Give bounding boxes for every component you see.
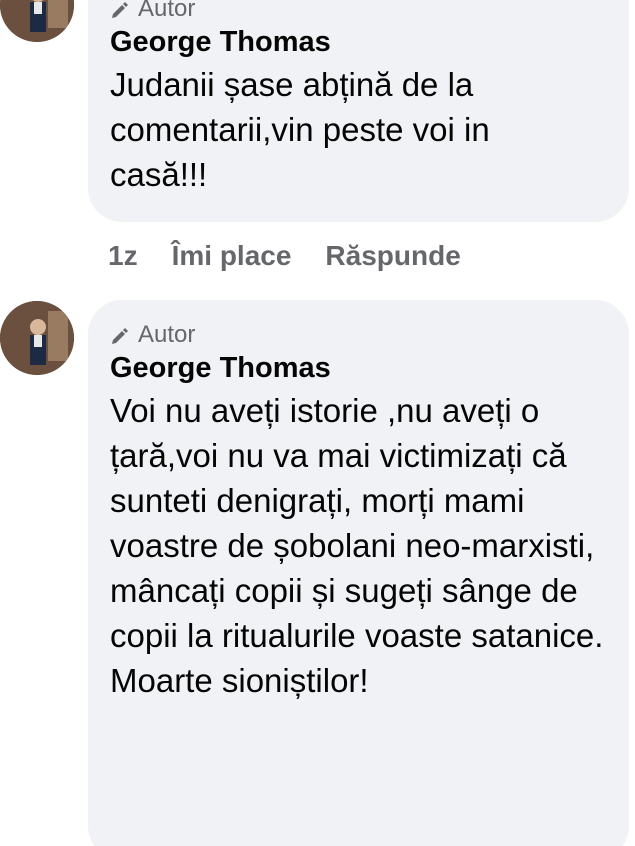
reply-button[interactable]: Răspunde — [325, 240, 460, 272]
profile-photo-icon — [0, 0, 74, 42]
comment-bubble: Autor George Thomas Judanii șase abțină … — [88, 0, 629, 222]
author-name[interactable]: George Thomas — [110, 350, 609, 386]
profile-photo-icon — [0, 301, 74, 375]
comment-actions: 1z Îmi place Răspunde — [108, 240, 461, 272]
comment-text: Voi nu aveți istorie ,nu aveți o țară,vo… — [110, 392, 604, 699]
author-name[interactable]: George Thomas — [110, 24, 609, 60]
like-button[interactable]: Îmi place — [172, 240, 292, 272]
comments-thread: Autor George Thomas Judanii șase abțină … — [0, 0, 635, 846]
avatar[interactable] — [0, 301, 74, 375]
pencil-icon — [112, 2, 128, 18]
author-badge: Autor — [110, 0, 609, 24]
comment-timestamp[interactable]: 1z — [108, 240, 138, 272]
pencil-icon — [112, 328, 128, 344]
comment-bubble: Autor George Thomas Voi nu aveți istorie… — [88, 300, 629, 846]
author-badge-label: Autor — [138, 0, 196, 22]
author-badge: Autor — [110, 320, 609, 350]
comment-text: Judanii șase abțină de la comentarii,vin… — [110, 66, 490, 193]
author-badge-label: Autor — [138, 321, 196, 348]
avatar[interactable] — [0, 0, 74, 42]
